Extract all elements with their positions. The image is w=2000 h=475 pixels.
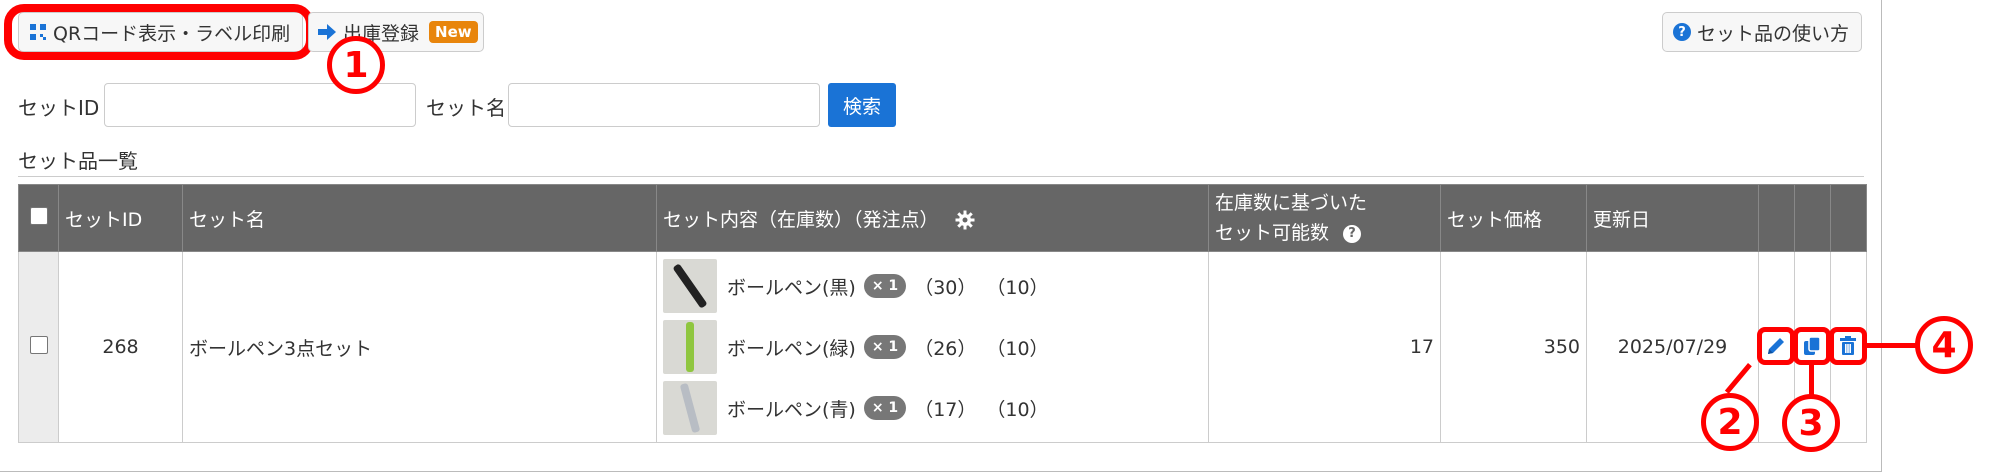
pen-image	[686, 322, 694, 372]
set-id-label: セットID	[18, 96, 100, 120]
highlight-edit	[1757, 327, 1795, 365]
set-name-input[interactable]	[508, 83, 820, 127]
gear-icon[interactable]	[955, 210, 975, 230]
header-set-id[interactable]: セットID	[58, 184, 183, 252]
highlight-qr-button	[4, 4, 314, 60]
pen-image	[679, 382, 701, 434]
select-all-cell	[18, 184, 59, 252]
row-contents: ボールペン(黒) × 1 （30） （10） ボールペン(緑) × 1 （26）…	[656, 251, 1209, 443]
callout-1: 1	[327, 36, 385, 94]
product-thumbnail[interactable]	[663, 259, 717, 313]
header-contents-label: セット内容（在庫数）（発注点）	[663, 208, 939, 231]
header-possible-line2-wrap: セット可能数 ?	[1215, 218, 1434, 248]
item-reorder: （10）	[986, 337, 1049, 360]
list-title: セット品一覧	[18, 149, 138, 173]
product-thumbnail[interactable]	[663, 320, 717, 374]
row-possible-sets: 17	[1208, 251, 1441, 443]
item-name: ボールペン(黒)	[727, 276, 856, 299]
callout-3: 3	[1782, 394, 1840, 452]
item-stock: （26）	[914, 337, 977, 360]
row-select-cell	[18, 251, 59, 443]
row-price: 350	[1440, 251, 1587, 443]
header-updated[interactable]: 更新日	[1586, 184, 1759, 252]
new-badge: New	[429, 21, 478, 43]
search-button[interactable]: 検索	[828, 83, 896, 127]
question-circle-icon[interactable]: ?	[1343, 224, 1362, 243]
row-checkbox[interactable]	[29, 335, 48, 354]
header-price[interactable]: セット価格	[1440, 184, 1587, 252]
select-all-checkbox[interactable]	[29, 206, 48, 225]
item-reorder: （10）	[986, 398, 1049, 421]
header-action-delete	[1830, 184, 1867, 252]
header-possible-line2: セット可能数	[1215, 222, 1330, 244]
help-usage-button[interactable]: ? セット品の使い方	[1662, 12, 1862, 52]
item-stock: （30）	[914, 276, 977, 299]
callout-4: 4	[1915, 316, 1973, 374]
question-circle-icon: ?	[1673, 23, 1691, 41]
table-header-row: セットID セット名 セット内容（在庫数）（発注点） 在庫数に基づいた セット可…	[18, 184, 1867, 252]
row-set-name: ボールペン3点セット	[182, 251, 657, 443]
set-name-label: セット名	[426, 96, 506, 120]
product-thumbnail[interactable]	[663, 381, 717, 435]
quantity-badge: × 1	[863, 274, 907, 298]
callout-2: 2	[1701, 393, 1759, 451]
header-action-copy	[1794, 184, 1831, 252]
list-item: ボールペン(緑) × 1 （26） （10）	[663, 318, 1202, 376]
item-name: ボールペン(緑)	[727, 337, 856, 360]
help-usage-label: セット品の使い方	[1697, 22, 1850, 45]
item-stock: （17）	[914, 398, 977, 421]
quantity-badge: × 1	[863, 396, 907, 420]
table-row: 268 ボールペン3点セット ボールペン(黒) × 1 （30） （10） ボー…	[18, 251, 1867, 443]
pen-image	[672, 263, 708, 309]
header-possible-line1: 在庫数に基づいた	[1215, 192, 1368, 214]
highlight-delete	[1829, 327, 1867, 365]
item-name: ボールペン(青)	[727, 398, 856, 421]
highlight-copy	[1793, 327, 1831, 365]
sign-out-arrow-icon	[317, 23, 337, 41]
item-reorder: （10）	[986, 276, 1049, 299]
header-possible-sets: 在庫数に基づいた セット可能数 ?	[1208, 184, 1441, 252]
header-set-name[interactable]: セット名	[182, 184, 657, 252]
connector-4	[1867, 343, 1917, 348]
header-contents: セット内容（在庫数）（発注点）	[656, 184, 1209, 252]
set-items-table: セットID セット名 セット内容（在庫数）（発注点） 在庫数に基づいた セット可…	[18, 184, 1867, 443]
header-action-edit	[1758, 184, 1795, 252]
list-item: ボールペン(青) × 1 （17） （10）	[663, 379, 1202, 437]
quantity-badge: × 1	[863, 335, 907, 359]
list-item: ボールペン(黒) × 1 （30） （10）	[663, 257, 1202, 315]
row-set-id: 268	[58, 251, 183, 443]
connector-3	[1809, 365, 1814, 397]
section-divider	[18, 176, 1864, 177]
